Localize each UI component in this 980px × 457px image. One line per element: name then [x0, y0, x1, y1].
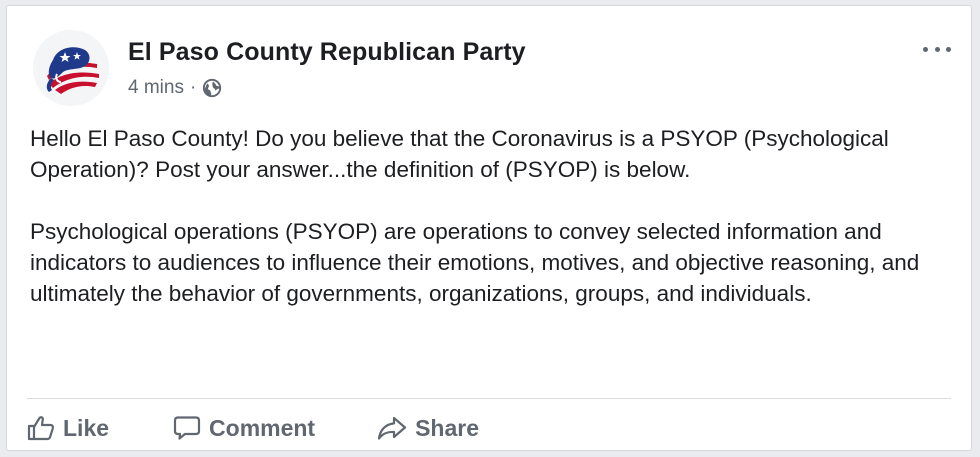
- post-timestamp[interactable]: 4 mins: [128, 77, 184, 99]
- thumbs-up-icon: [27, 416, 55, 441]
- more-dot: [934, 46, 940, 52]
- gop-elephant-logo-icon: [33, 30, 109, 106]
- more-dot: [946, 46, 951, 52]
- page-name[interactable]: El Paso County Republican Party: [128, 38, 526, 67]
- more-dot: [923, 46, 928, 52]
- post-text: Hello El Paso County! Do you believe tha…: [30, 123, 960, 309]
- more-options-button[interactable]: [923, 42, 951, 56]
- like-button[interactable]: Like: [27, 415, 109, 442]
- post-actions: Like Comment Share: [27, 410, 479, 446]
- meta-separator: ·: [189, 77, 197, 98]
- share-button[interactable]: Share: [377, 415, 479, 442]
- share-arrow-icon: [377, 416, 407, 440]
- globe-icon[interactable]: [202, 78, 222, 98]
- page-avatar[interactable]: [33, 30, 109, 106]
- post-paragraph: Hello El Paso County! Do you believe tha…: [30, 126, 889, 182]
- action-divider: [27, 398, 951, 399]
- post-card: El Paso County Republican Party 4 mins ·…: [6, 5, 972, 451]
- post-meta: 4 mins ·: [128, 77, 222, 99]
- comment-icon: [173, 416, 201, 440]
- comment-label: Comment: [209, 414, 316, 441]
- share-label: Share: [415, 414, 480, 441]
- like-label: Like: [63, 414, 110, 441]
- comment-button[interactable]: Comment: [173, 415, 315, 442]
- post-paragraph: Psychological operations (PSYOP) are ope…: [30, 219, 920, 306]
